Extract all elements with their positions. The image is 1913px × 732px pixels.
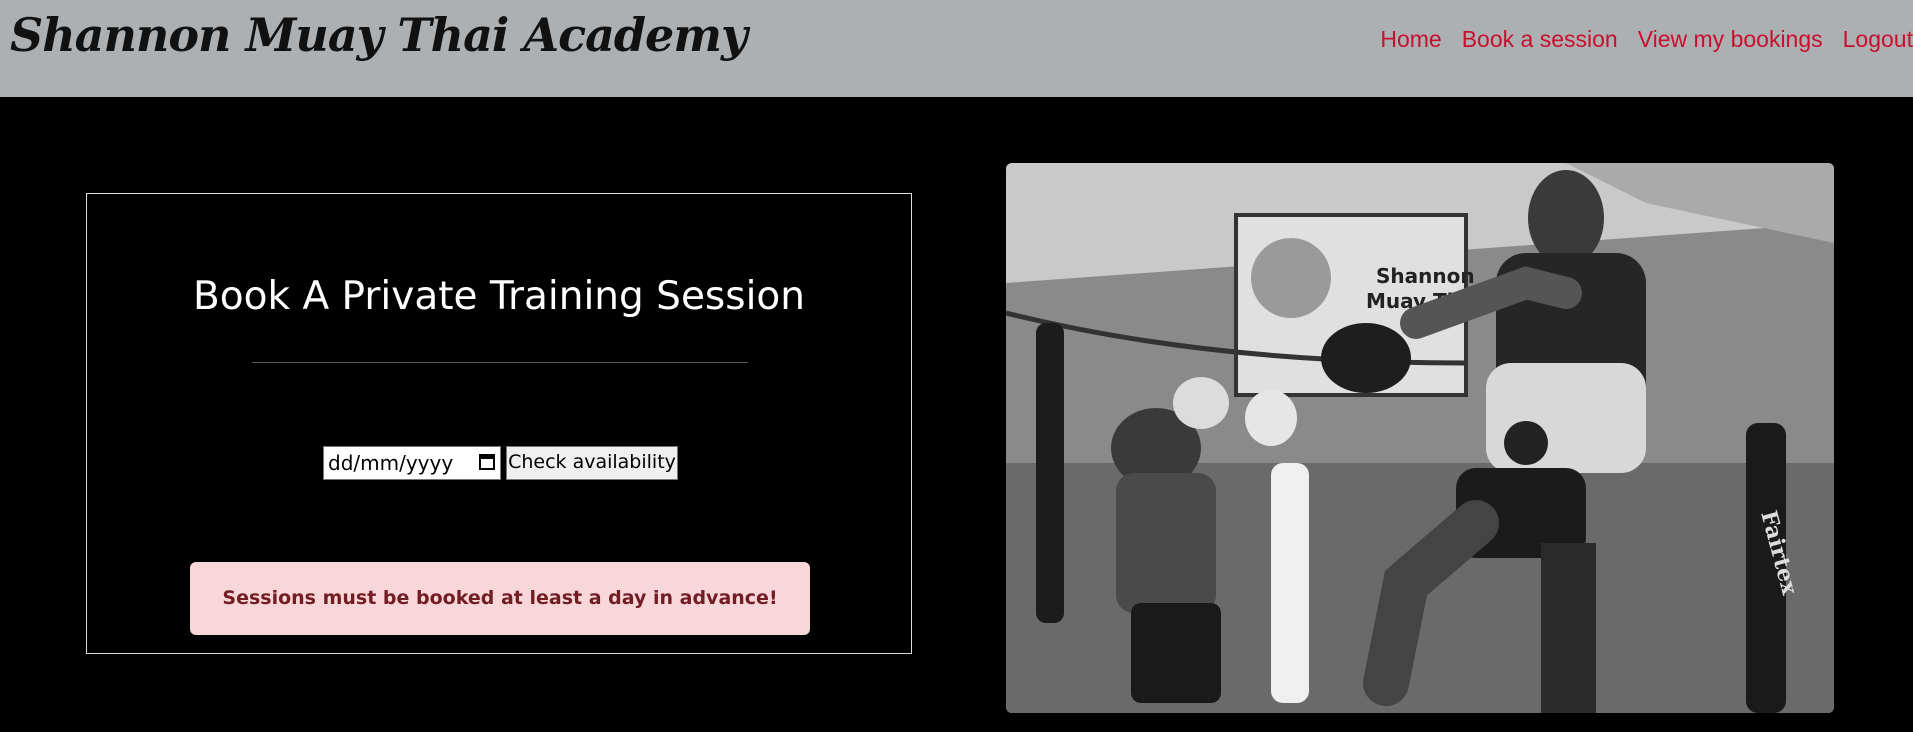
nav-logout-link[interactable]: Logout — [1843, 26, 1913, 53]
navbar: Shannon Muay Thai Academy Home Book a se… — [0, 0, 1913, 97]
brand-title[interactable]: Shannon Muay Thai Academy — [10, 8, 748, 62]
nav-view-bookings-link[interactable]: View my bookings — [1638, 26, 1823, 53]
date-input[interactable]: dd/mm/yyyy — [323, 446, 501, 480]
nav-home-link[interactable]: Home — [1380, 26, 1441, 53]
check-availability-button[interactable]: Check availability — [506, 446, 678, 480]
sign-line-1: Shannon — [1376, 264, 1475, 288]
calendar-icon[interactable] — [479, 454, 495, 470]
booking-title: Book A Private Training Session — [193, 274, 805, 319]
nav-links: Home Book a session View my bookings Log… — [1360, 26, 1913, 53]
title-divider — [252, 362, 748, 363]
nav-book-session-link[interactable]: Book a session — [1462, 26, 1618, 53]
date-placeholder: dd/mm/yyyy — [328, 451, 454, 475]
advance-booking-alert: Sessions must be booked at least a day i… — [190, 562, 810, 635]
booking-card: Book A Private Training Session dd/mm/yy… — [86, 193, 912, 654]
training-photo: Shannon Muay Th Ac Fairtex — [1006, 163, 1834, 713]
